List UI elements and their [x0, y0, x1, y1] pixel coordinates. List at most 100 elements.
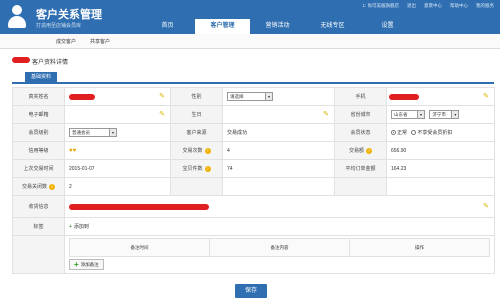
chevron-down-icon: ▾: [109, 129, 116, 136]
item-count-value: 74: [222, 159, 335, 178]
label-gender: 性别: [170, 87, 223, 106]
tab-underline: [12, 82, 494, 84]
subnav-shared-customers[interactable]: 共享客户: [90, 38, 110, 45]
label-shipping-info: 收货信息: [12, 195, 65, 218]
label-tags: 标签: [12, 217, 65, 236]
edit-pencil-icon[interactable]: ✎: [159, 93, 165, 101]
form-row: 交易关闭数? 2: [12, 177, 495, 196]
remarks-header-time: 备注时间: [69, 238, 210, 257]
province-city-cell: 山东省 ▾ 济宁市 ▾: [386, 105, 495, 124]
redacted-real-name: [69, 94, 95, 100]
form-row: 信用等级 ♥♥ 交易次数? 4 交易额? 656.90: [12, 141, 495, 160]
heart-icon: ♥♥: [69, 147, 77, 154]
empty-cell: [386, 177, 495, 196]
trade-amount-value: 656.90: [386, 141, 495, 160]
form-row: 会员级别 普通会员 ▾ 客户来源 交易成功 会员状态 正常 不享受会员折扣: [12, 123, 495, 142]
help-icon[interactable]: ?: [366, 147, 372, 154]
add-remark-button[interactable]: + 添加备注: [69, 259, 104, 270]
customer-detail-form: 真实姓名 ✎ 性别 请选择 ▾ 手机 ✎ 电子邮箱 ✎ 生日 ✎ 省份城市 山东…: [12, 87, 495, 274]
header-bar: 客户关系管理 打造用至店铺会员库 1: 尚可美服旗舰店 退出 意景中心 帮助中心…: [0, 0, 500, 34]
chevron-down-icon: ▾: [417, 111, 424, 118]
redacted-customer-name: [12, 57, 30, 63]
mobile-cell: ✎: [386, 87, 495, 106]
customer-source-value: 交易成功: [222, 123, 335, 142]
chevron-down-icon: ▾: [451, 111, 459, 118]
label-real-name: 真实姓名: [12, 87, 65, 106]
save-button[interactable]: 保存: [235, 284, 267, 298]
gender-select[interactable]: 请选择 ▾: [227, 92, 273, 101]
help-icon[interactable]: ?: [204, 165, 211, 172]
shop-name-link[interactable]: 1: 尚可美服旗舰店: [362, 3, 399, 9]
label-trade-amount: 交易额?: [334, 141, 387, 160]
real-name-cell: ✎: [64, 87, 171, 106]
credit-level-cell: ♥♥: [64, 141, 171, 160]
closed-count-value: 2: [64, 177, 171, 196]
province-select-value: 山东省: [394, 112, 408, 117]
help-icon[interactable]: ?: [49, 183, 55, 190]
form-row: 上次交易时间 2015-01-07 宝贝件数? 74 平均订单金额 164.23: [12, 159, 495, 178]
label-avg-order: 平均订单金额: [334, 159, 387, 178]
top-links: 1: 尚可美服旗舰店 退出 意景中心 帮助中心 我的服务: [362, 3, 494, 9]
province-select[interactable]: 山东省 ▾: [391, 110, 425, 119]
label-member-level: 会员级别: [12, 123, 65, 142]
status-normal-radio[interactable]: [391, 130, 396, 136]
label-last-trade-time: 上次交易时间: [12, 159, 65, 178]
brand-subtitle: 打造用至店铺会员库: [36, 23, 82, 29]
label-item-count: 宝贝件数?: [170, 159, 223, 178]
label-trade-count-text: 交易次数: [182, 148, 203, 154]
label-birthday: 生日: [170, 105, 223, 124]
help-icon[interactable]: ?: [204, 147, 211, 154]
remarks-header-actions: 操作: [349, 238, 490, 257]
gender-cell: 请选择 ▾: [222, 87, 335, 106]
edit-pencil-icon[interactable]: ✎: [483, 93, 489, 101]
logout-link[interactable]: 退出: [407, 3, 416, 9]
trade-count-value: 4: [222, 141, 335, 160]
subnav-closed-customers[interactable]: 成交客户: [56, 38, 76, 45]
plus-icon[interactable]: +: [69, 224, 72, 230]
shipping-info-cell: ✎: [64, 195, 495, 218]
tab-basic-info[interactable]: 基础资料: [25, 72, 57, 82]
member-level-select-value: 普通会员: [72, 130, 90, 135]
last-trade-time-value: 2015-01-07: [64, 159, 171, 178]
status-normal-label: 正常: [397, 130, 408, 136]
empty-cell: [12, 235, 65, 274]
tags-cell: + 添加到: [64, 217, 495, 236]
label-customer-source: 客户来源: [170, 123, 223, 142]
nav-customer-management[interactable]: 客户管理: [195, 19, 250, 34]
member-level-cell: 普通会员 ▾: [64, 123, 171, 142]
nav-marketing[interactable]: 营销活动: [250, 19, 305, 34]
nav-wireless[interactable]: 无线专区: [305, 19, 360, 34]
form-row: 电子邮箱 ✎ 生日 ✎ 省份城市 山东省 ▾ 济宁市 ▾: [12, 105, 495, 124]
help-center-link[interactable]: 帮助中心: [450, 3, 468, 9]
status-no-discount-radio[interactable]: [411, 130, 417, 136]
avg-order-value: 164.23: [386, 159, 495, 178]
empty-cell: [334, 177, 387, 196]
label-item-count-text: 宝贝件数: [182, 166, 203, 172]
add-remark-label: 添加备注: [80, 261, 99, 267]
city-select[interactable]: 济宁市 ▾: [429, 110, 460, 119]
nav-home[interactable]: 首页: [140, 19, 195, 34]
city-select-value: 济宁市: [432, 112, 446, 117]
gender-select-value: 请选择: [230, 94, 244, 99]
birthday-cell: ✎: [222, 105, 335, 124]
chevron-down-icon: ▾: [265, 93, 272, 100]
remarks-cell: 备注时间 备注内容 操作 + 添加备注: [64, 235, 495, 274]
edit-pencil-icon[interactable]: ✎: [159, 111, 165, 119]
logo-icon: [6, 5, 28, 29]
add-tag-link[interactable]: 添加到: [74, 224, 89, 230]
plus-icon: +: [74, 259, 79, 269]
member-level-select[interactable]: 普通会员 ▾: [69, 128, 117, 137]
nav-settings[interactable]: 设置: [360, 19, 415, 34]
remarks-header-content: 备注内容: [209, 238, 350, 257]
edit-pencil-icon[interactable]: ✎: [483, 203, 489, 211]
status-no-discount-label: 不享受会员折扣: [417, 130, 453, 136]
empty-cell: [222, 177, 335, 196]
label-closed-count: 交易关闭数?: [12, 177, 65, 196]
user-center-link[interactable]: 意景中心: [424, 3, 442, 9]
main-nav: 首页 客户管理 营销活动 无线专区 设置: [140, 19, 415, 34]
my-service-link[interactable]: 我的服务: [476, 3, 494, 9]
edit-pencil-icon[interactable]: ✎: [323, 111, 329, 119]
label-trade-count: 交易次数?: [170, 141, 223, 160]
label-email: 电子邮箱: [12, 105, 65, 124]
form-row: 备注时间 备注内容 操作 + 添加备注: [12, 235, 495, 274]
